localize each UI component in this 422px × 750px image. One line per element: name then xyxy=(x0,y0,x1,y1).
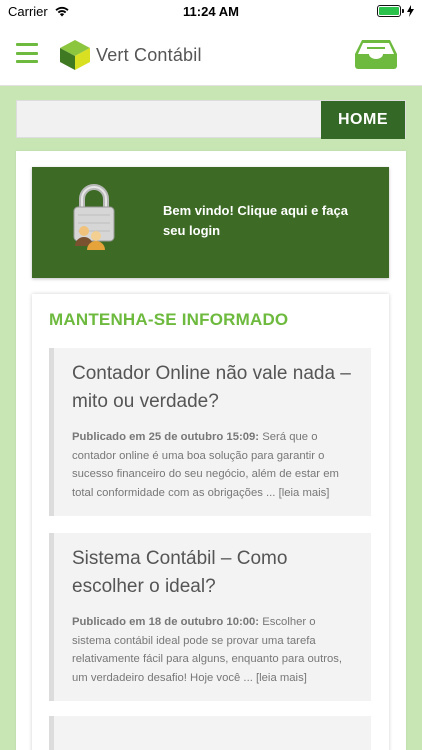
news-panel: MANTENHA-SE INFORMADO Contador Online nã… xyxy=(32,294,389,750)
post-date: Publicado em 18 de outubro 10:00: xyxy=(72,616,260,628)
status-left: Carrier xyxy=(8,4,70,19)
home-button[interactable]: HOME xyxy=(321,101,405,139)
padlock-users-icon xyxy=(73,184,115,250)
status-right xyxy=(377,5,414,17)
carrier-label: Carrier xyxy=(8,3,48,19)
content-card: Bem vindo! Clique aqui e faça seu login … xyxy=(16,151,406,750)
wifi-icon xyxy=(55,6,69,17)
hamburger-menu-icon[interactable] xyxy=(16,43,38,63)
inbox-tray-icon[interactable] xyxy=(354,38,398,70)
news-heading: MANTENHA-SE INFORMADO xyxy=(49,310,289,329)
post-date: Publicado em 25 de outubro 15:09: xyxy=(72,431,260,443)
login-banner[interactable]: Bem vindo! Clique aqui e faça seu login xyxy=(32,167,389,278)
cube-logo-icon xyxy=(60,40,90,70)
app-name: Vert Contábil xyxy=(96,44,202,65)
charging-icon xyxy=(407,5,414,17)
app-logo[interactable]: Vert Contábil xyxy=(58,39,202,71)
status-bar: Carrier 11:24 AM xyxy=(0,0,422,22)
post-excerpt: Publicado em 18 de outubro 10:00: Escolh… xyxy=(72,613,355,687)
post-excerpt: Publicado em 25 de outubro 15:09: Será q… xyxy=(72,428,355,502)
search-bar[interactable]: HOME xyxy=(16,100,406,139)
news-post[interactable]: Sistema Contábil – Como escolher o ideal… xyxy=(49,533,371,701)
post-title[interactable]: Contador Online não vale nada – mito ou … xyxy=(72,360,355,416)
read-more-link[interactable]: [leia mais] xyxy=(279,487,330,499)
battery-icon xyxy=(377,5,404,17)
navigation-bar: Vert Contábil xyxy=(0,22,422,86)
news-post-partial[interactable] xyxy=(49,716,371,750)
login-prompt[interactable]: Bem vindo! Clique aqui e faça seu login xyxy=(163,201,353,241)
post-title[interactable]: Sistema Contábil – Como escolher o ideal… xyxy=(72,545,355,601)
news-post[interactable]: Contador Online não vale nada – mito ou … xyxy=(49,348,371,516)
read-more-link[interactable]: [leia mais] xyxy=(256,672,307,684)
